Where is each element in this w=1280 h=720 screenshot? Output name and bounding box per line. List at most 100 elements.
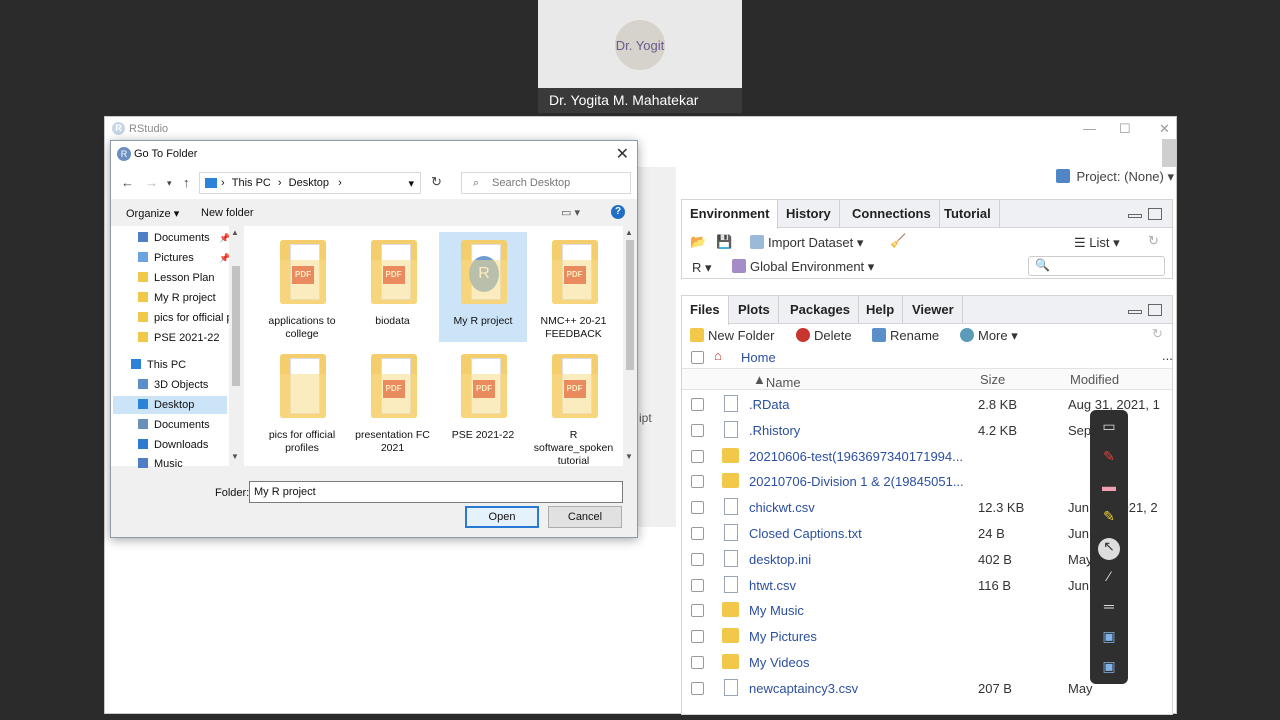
row-checkbox[interactable] [691,475,704,489]
minimize-files-icon[interactable] [1128,310,1142,314]
pointer-icon[interactable]: ↖ [1098,538,1120,560]
file-name-link[interactable]: .RData [749,397,975,412]
path-box[interactable]: › This PC › Desktop › ▾ [199,172,421,194]
folder-item[interactable]: pics for official profiles [258,346,346,456]
delete-button[interactable]: Delete [796,328,852,343]
nav-item[interactable]: Desktop [113,396,227,414]
row-checkbox[interactable] [691,681,704,695]
more-path-button[interactable]: ... [1162,348,1173,363]
folder-item[interactable]: PDF PSE 2021-22 [439,346,527,456]
size-column-header[interactable]: Size [980,372,1005,387]
folder-field[interactable] [249,481,623,503]
file-name-link[interactable]: desktop.ini [749,552,975,567]
nav-item[interactable]: My R project [138,292,233,304]
nav-item[interactable]: Music [138,458,233,470]
folder-item[interactable]: R My R project [439,232,527,342]
language-menu[interactable]: R ▾ [692,260,712,276]
tab-plots[interactable]: Plots [730,296,779,324]
help-icon[interactable]: ? [611,205,625,219]
breadcrumb-home[interactable]: Home [741,350,776,365]
minimize-pane-icon[interactable] [1128,214,1142,218]
refresh-files-icon[interactable]: ↻ [1152,326,1163,342]
eraser-icon[interactable]: ▬ [1099,478,1119,496]
name-column-header[interactable]: ▲ Name [753,372,801,390]
tab-tutorial[interactable]: Tutorial [936,200,1000,228]
nav-item[interactable]: Downloads [138,439,233,451]
tab-help[interactable]: Help [858,296,904,324]
back-icon[interactable]: ← [121,175,134,190]
path-desktop[interactable]: Desktop [289,177,329,189]
close-dialog-icon[interactable]: ✕ [616,144,629,164]
nav-item[interactable]: PSE 2021-22 [138,332,233,344]
refresh-icon[interactable]: ↻ [431,174,442,190]
row-checkbox[interactable] [691,578,704,592]
tab-viewer[interactable]: Viewer [904,296,963,324]
folder-item[interactable]: PDF applications to college [258,232,346,342]
tab-files[interactable]: Files [682,296,729,325]
scroll-up-icon[interactable]: ▲ [231,228,239,237]
tab-environment[interactable]: Environment [682,200,779,229]
scroll-down-icon[interactable]: ▼ [231,452,239,461]
capture-icon[interactable]: ▣ [1099,658,1119,676]
file-name-link[interactable]: newcaptaincy3.csv [749,681,975,696]
pen-icon[interactable]: ✎ [1099,448,1119,466]
file-name-link[interactable]: Closed Captions.txt [749,526,975,541]
organize-button[interactable]: Organize ▾ [126,207,179,220]
file-name-link[interactable]: My Videos [749,655,975,670]
items-scroll-down-icon[interactable]: ▼ [625,452,633,461]
file-name-link[interactable]: chickwt.csv [749,500,975,515]
row-checkbox[interactable] [691,398,704,411]
refresh-icon[interactable]: ↻ [1148,233,1159,249]
view-options-icon[interactable]: ▭ ▾ [561,206,580,219]
path-dropdown-icon[interactable]: ▾ [408,177,414,190]
folder-item[interactable]: PDF biodata [349,232,437,342]
window-scrollbar[interactable] [1162,139,1176,167]
tab-packages[interactable]: Packages [782,296,859,324]
nav-item[interactable]: 3D Objects [138,379,233,391]
up-icon[interactable]: ↑ [183,175,190,190]
home-icon[interactable]: ⌂ [714,348,722,363]
navigation-scroll-thumb[interactable] [232,266,240,386]
nav-item[interactable]: Documents [138,419,233,431]
view-mode-menu[interactable]: ☰ List ▾ [1074,235,1120,251]
file-name-link[interactable]: .Rhistory [749,423,975,438]
row-checkbox[interactable] [691,449,704,463]
file-name-link[interactable]: My Pictures [749,629,975,644]
items-scrollbar[interactable]: ▲ ▼ [623,226,637,466]
minimize-icon[interactable]: — [1083,121,1096,136]
broom-icon[interactable]: 🧹 [890,233,906,249]
nav-item[interactable]: pics for official p [138,312,233,324]
navigation-scrollbar[interactable]: ▲ ▼ [229,226,243,466]
row-checkbox[interactable] [691,501,704,515]
highlighter-icon[interactable]: ✎ [1099,508,1119,526]
modified-column-header[interactable]: Modified [1070,372,1119,387]
items-scroll-up-icon[interactable]: ▲ [625,228,633,237]
new-folder-button[interactable]: New Folder [690,328,774,343]
project-menu[interactable]: Project: (None) ▾ [1056,169,1174,185]
environment-search-input[interactable]: 🔍 [1028,256,1165,276]
row-checkbox[interactable] [691,630,704,644]
new-folder-button[interactable]: New folder [201,207,254,219]
row-checkbox[interactable] [691,604,704,618]
nav-item[interactable]: Lesson Plan [138,272,233,284]
path-this-pc[interactable]: This PC [232,177,271,189]
file-name-link[interactable]: My Music [749,603,975,618]
screen-icon[interactable]: ▣ [1099,628,1119,646]
items-scroll-thumb[interactable] [626,240,634,370]
file-name-link[interactable]: htwt.csv [749,578,975,593]
row-checkbox[interactable] [691,656,704,669]
tab-history[interactable]: History [778,200,840,228]
recent-locations-icon[interactable]: ▾ [167,178,172,189]
whiteboard-icon[interactable]: ▭ [1099,418,1119,436]
rename-button[interactable]: Rename [872,328,939,343]
folder-item[interactable]: PDF NMC++ 20-21 FEEDBACK [530,232,618,342]
save-workspace-icon[interactable]: 💾 [716,234,732,250]
folder-item[interactable]: PDF R software_spoken tutorial [530,346,618,467]
line-icon[interactable]: ═ [1099,598,1119,616]
row-checkbox[interactable] [691,527,704,540]
close-icon[interactable]: ✕ [1159,121,1170,137]
maximize-pane-icon[interactable] [1148,208,1162,220]
select-all-checkbox[interactable] [691,351,704,364]
import-dataset-button[interactable]: Import Dataset ▾ [750,235,863,251]
load-workspace-icon[interactable]: 📂 [690,234,706,250]
